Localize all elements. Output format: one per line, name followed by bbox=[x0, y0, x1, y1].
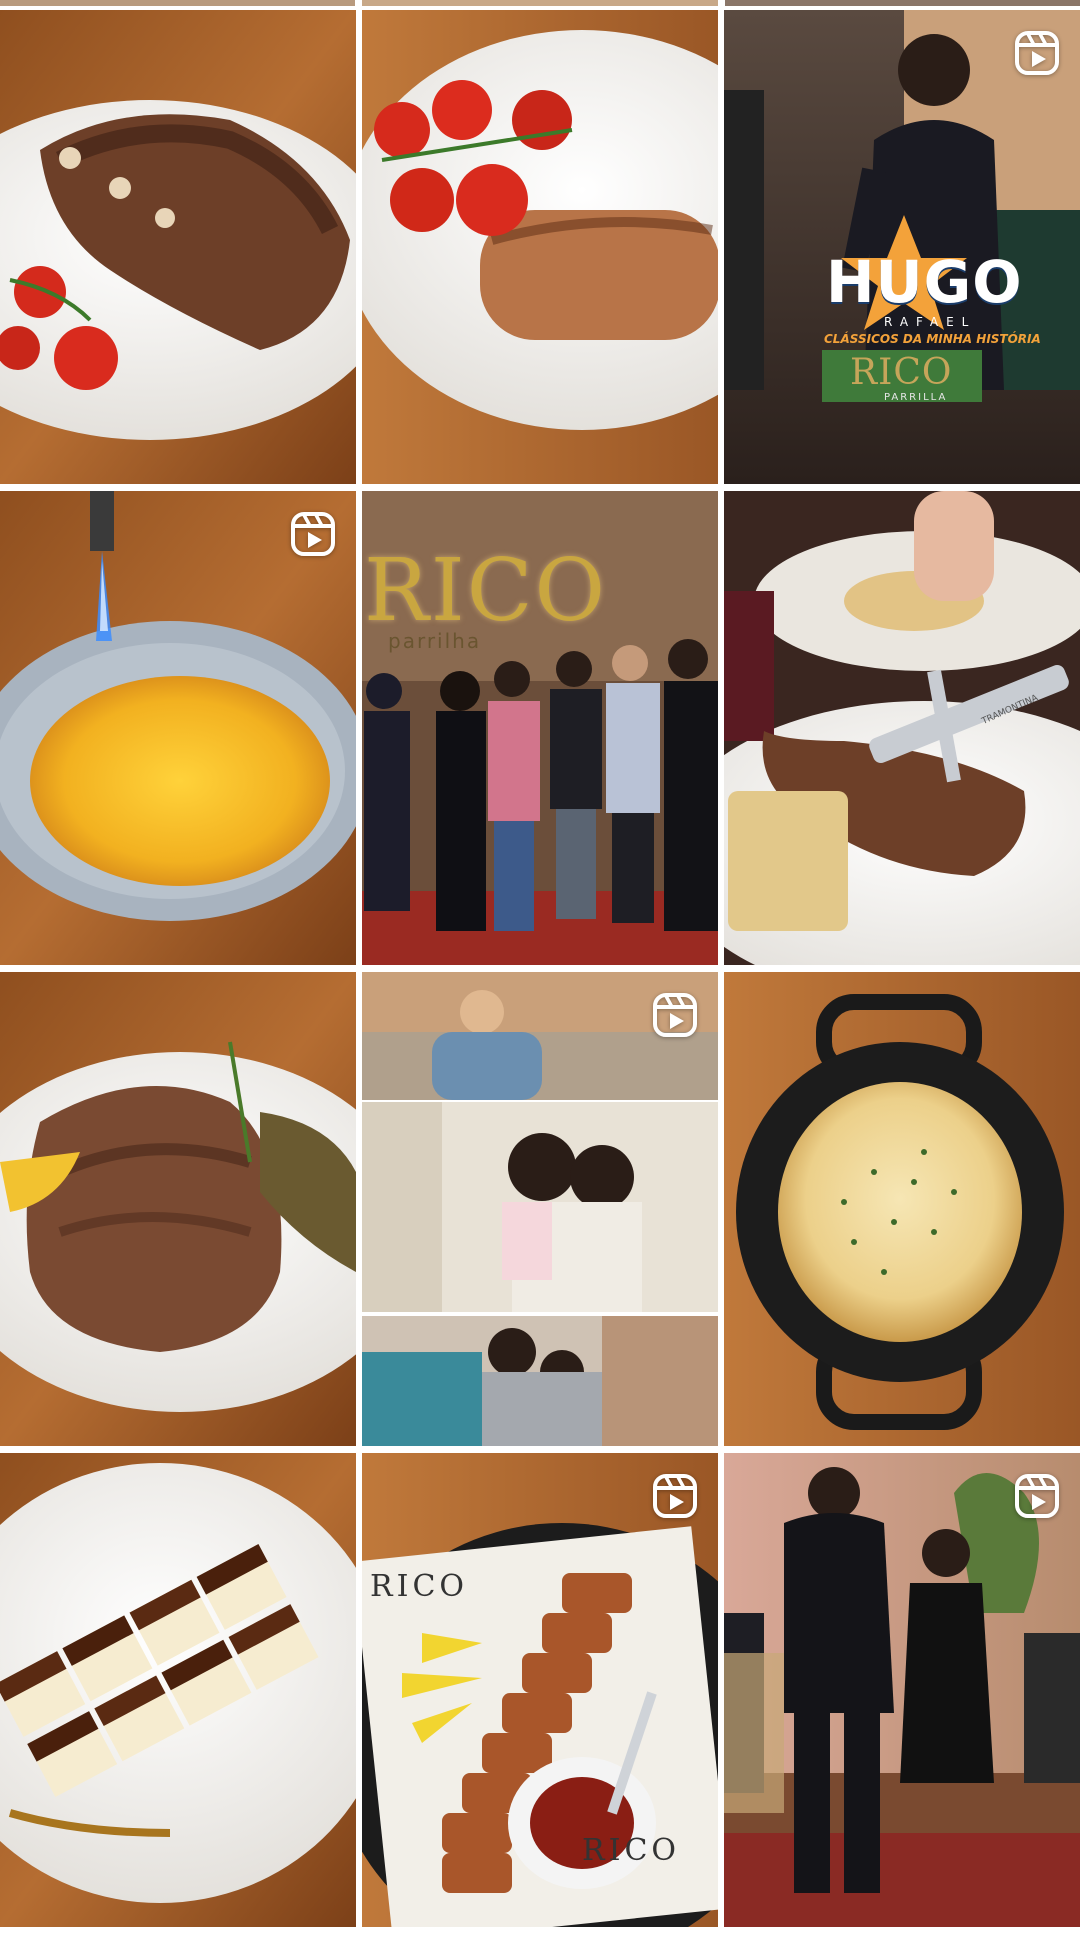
grid-post-steak-cutting[interactable]: TRAMONTINA bbox=[724, 491, 1080, 965]
reel-icon bbox=[652, 1473, 698, 1519]
post-image bbox=[0, 972, 356, 1446]
grid-post-pork-belly[interactable]: RICO RICO bbox=[362, 1453, 718, 1927]
grid-post-hugo-rafael-show[interactable]: HUGO RAFAEL CLÁSSICOS DA MINHA HISTÓRIA … bbox=[724, 10, 1080, 484]
post-image bbox=[362, 972, 718, 1446]
post-image bbox=[724, 491, 1080, 965]
post-image bbox=[0, 491, 356, 965]
post-image bbox=[0, 10, 356, 484]
grid-post-mothers-collage[interactable] bbox=[362, 972, 718, 1446]
reel-icon bbox=[1014, 30, 1060, 76]
previous-row-strip bbox=[0, 0, 1080, 6]
post-image bbox=[724, 1453, 1080, 1927]
post-image bbox=[724, 972, 1080, 1446]
grid-post-live-music[interactable] bbox=[724, 1453, 1080, 1927]
grid-post-creme-brulee[interactable] bbox=[0, 491, 356, 965]
profile-post-grid: HUGO RAFAEL CLÁSSICOS DA MINHA HISTÓRIA … bbox=[0, 10, 1080, 1927]
grid-post-lamb-ribs[interactable] bbox=[0, 10, 356, 484]
reel-icon bbox=[290, 511, 336, 557]
post-image bbox=[0, 1453, 356, 1927]
grid-post-gratin-pan[interactable] bbox=[724, 972, 1080, 1446]
grid-post-grilled-cheese[interactable] bbox=[0, 1453, 356, 1927]
grid-post-grilled-fish[interactable] bbox=[362, 10, 718, 484]
grid-post-group-photo[interactable]: RICO parrilha bbox=[362, 491, 718, 965]
post-image bbox=[362, 10, 718, 484]
reel-icon bbox=[1014, 1473, 1060, 1519]
reel-icon bbox=[652, 992, 698, 1038]
grid-post-steak-lemon[interactable] bbox=[0, 972, 356, 1446]
post-image bbox=[724, 10, 1080, 484]
post-image bbox=[362, 491, 718, 965]
post-image bbox=[362, 1453, 718, 1927]
